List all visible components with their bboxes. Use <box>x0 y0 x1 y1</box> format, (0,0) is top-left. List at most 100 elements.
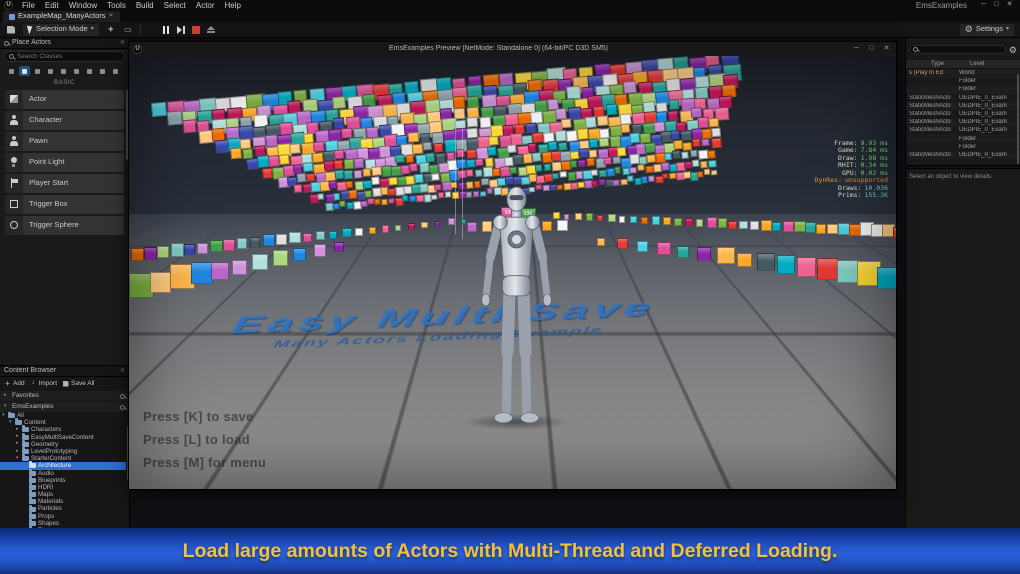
folder-icon <box>29 499 36 504</box>
outliner-search[interactable] <box>909 45 1006 54</box>
type-column-header[interactable]: Type <box>931 61 944 68</box>
menu-select[interactable]: Select <box>159 1 191 10</box>
outliner-row[interactable]: StaticMeshActoUEDPIE_0_Exam <box>906 94 1020 102</box>
cube <box>273 250 289 266</box>
cube <box>697 247 711 261</box>
frame-skip-button[interactable] <box>177 24 185 36</box>
folder-particles[interactable]: Particles <box>0 505 126 512</box>
panel-close-icon[interactable] <box>120 40 125 47</box>
stop-button[interactable] <box>192 24 200 36</box>
outliner-row[interactable]: Folder <box>906 86 1020 94</box>
menu-edit[interactable]: Edit <box>40 1 64 10</box>
tab-close-icon[interactable] <box>109 13 114 20</box>
outliner-row[interactable]: Folder <box>906 135 1020 143</box>
outliner-row[interactable]: StaticMeshActoUEDPIE_0_Exam <box>906 102 1020 110</box>
level-tab[interactable]: ExampleMap_ManyActors <box>3 11 120 22</box>
folder-hdri[interactable]: HDRI <box>0 484 126 491</box>
folder-architecture[interactable]: Architecture <box>0 462 126 469</box>
unreal-logo-icon[interactable]: U <box>4 1 13 10</box>
minimize-button[interactable] <box>851 45 862 53</box>
folder-blueprints[interactable]: Blueprints <box>0 477 126 484</box>
search-input[interactable] <box>17 53 120 60</box>
outliner-row[interactable]: StaticMeshActoUEDPIE_0_Exam <box>906 119 1020 127</box>
menu-build[interactable]: Build <box>131 1 159 10</box>
place-actor-player-start[interactable]: Player Start <box>5 174 124 193</box>
outliner-row[interactable]: Folder <box>906 143 1020 151</box>
cube <box>657 242 671 256</box>
gear-icon[interactable] <box>1009 40 1017 58</box>
panel-close-icon[interactable] <box>120 368 125 375</box>
maximize-button[interactable] <box>866 45 877 53</box>
unreal-editor-window: U FileEditWindowToolsBuildSelectActorHel… <box>0 0 1020 574</box>
place-actors-title: Place Actors <box>12 39 51 47</box>
outliner-row[interactable]: s (Play In EdWorld <box>906 69 1020 77</box>
close-button[interactable] <box>1003 1 1016 9</box>
quick-add-icon[interactable] <box>106 24 116 36</box>
category-lights-icon[interactable] <box>32 66 43 76</box>
folder-materials[interactable]: Materials <box>0 498 126 505</box>
editor-mode-dropdown[interactable]: Selection Mode ▾ <box>23 24 99 36</box>
folder-shapes[interactable]: Shapes <box>0 520 126 527</box>
menu-window[interactable]: Window <box>64 1 102 10</box>
save-all-button[interactable]: Save All <box>62 380 95 388</box>
place-actor-trigger-box[interactable]: Trigger Box <box>5 195 124 214</box>
project-name: EmsExamples <box>916 1 967 10</box>
save-level-icon[interactable] <box>6 24 16 36</box>
folder-all[interactable]: ▾All <box>0 412 126 419</box>
pause-button[interactable] <box>162 24 170 36</box>
category-recently-placed-icon[interactable] <box>6 66 17 76</box>
cube <box>355 228 363 236</box>
tab-bar: ExampleMap_ManyActors <box>0 11 1020 22</box>
minimize-button[interactable] <box>977 1 990 9</box>
source-section[interactable]: ▾ EmsExamples <box>0 402 129 412</box>
outliner-row[interactable]: StaticMeshActoUEDPIE_0_Exam <box>906 127 1020 135</box>
menu-actor[interactable]: Actor <box>191 1 220 10</box>
folder-label: Particles <box>38 505 62 512</box>
place-actor-pawn[interactable]: Pawn <box>5 132 124 151</box>
category-volumes-icon[interactable] <box>97 66 108 76</box>
category-cinematic-icon[interactable] <box>58 66 69 76</box>
folder-props[interactable]: Props <box>0 513 126 520</box>
hud-prompt: Press [L] to load <box>143 433 266 456</box>
banner-text: Load large amounts of Actors with Multi-… <box>183 540 838 562</box>
folder-label: LevelPrototyping <box>31 448 77 455</box>
add-button[interactable]: Add <box>4 380 25 388</box>
menu-help[interactable]: Help <box>220 1 246 10</box>
category-basic-icon[interactable] <box>19 66 30 76</box>
category-shapes-icon[interactable] <box>45 66 56 76</box>
level-column-header[interactable]: Level <box>970 61 984 68</box>
place-actor-point-light[interactable]: Point Light <box>5 153 124 172</box>
place-actor-character[interactable]: Character <box>5 111 124 130</box>
category-geometry-icon[interactable] <box>84 66 95 76</box>
maximize-button[interactable] <box>990 1 1003 9</box>
game-scene[interactable]: 935936 Easy Multi Save Many Actors Loadi… <box>129 56 896 489</box>
class-search[interactable] <box>4 51 125 62</box>
favorites-section[interactable]: ▸ Favorites <box>0 391 129 401</box>
menu-tools[interactable]: Tools <box>102 1 131 10</box>
place-actor-actor[interactable]: Actor <box>5 90 124 109</box>
category-visual-effects-icon[interactable] <box>71 66 82 76</box>
import-button[interactable]: Import <box>30 380 57 388</box>
folder-maps[interactable]: Maps <box>0 491 126 498</box>
cube <box>150 272 171 293</box>
category-tabs <box>0 64 129 78</box>
main-menu: FileEditWindowToolsBuildSelectActorHelp <box>17 1 246 10</box>
outliner-row[interactable]: StaticMeshActoUEDPIE_0_Exam <box>906 110 1020 118</box>
search-icon[interactable] <box>120 394 125 399</box>
scrollbar[interactable] <box>1017 74 1019 164</box>
outliner-row[interactable]: StaticMeshActoUEDPIE_0_Exam <box>906 151 1020 159</box>
preview-title-bar[interactable]: U EmsExamples Preview [NetMode: Standalo… <box>129 42 896 56</box>
menu-file[interactable]: File <box>17 1 40 10</box>
cube <box>877 267 896 289</box>
eject-button[interactable] <box>207 24 215 36</box>
close-button[interactable] <box>881 45 892 53</box>
folder-startercontent[interactable]: ▾StarterContent <box>0 455 126 462</box>
settings-dropdown[interactable]: Settings ▾ <box>960 24 1014 36</box>
place-actor-trigger-sphere[interactable]: Trigger Sphere <box>5 216 124 235</box>
outliner-row[interactable]: Folder <box>906 78 1020 86</box>
cinematics-icon[interactable] <box>123 24 133 36</box>
folder-geometry[interactable]: ▸Geometry <box>0 441 126 448</box>
search-icon[interactable] <box>120 405 125 410</box>
folder-audio[interactable]: Audio <box>0 470 126 477</box>
category-all-classes-icon[interactable] <box>110 66 121 76</box>
